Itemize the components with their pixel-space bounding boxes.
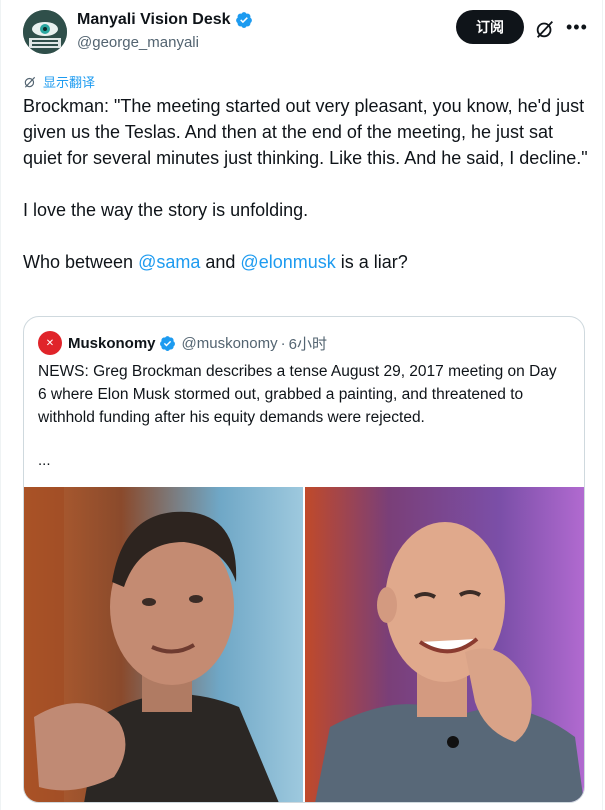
author-avatar[interactable] [23, 10, 67, 54]
quoted-tweet-header: ✕ Muskonomy @muskonomy · 6小时 [38, 331, 327, 355]
tweet-text-segment: and [200, 252, 241, 272]
portrait-photo [24, 487, 303, 802]
show-translation-link[interactable]: 显示翻译 [23, 72, 95, 91]
author-handle[interactable]: @george_manyali [77, 34, 199, 51]
quoted-tweet-text: NEWS: Greg Brockman describes a tense Au… [38, 363, 557, 426]
photo-left[interactable] [24, 487, 303, 802]
mention-link-elonmusk[interactable]: @elonmusk [240, 252, 335, 272]
tweet-text-segment: is a liar? [335, 252, 408, 272]
quoted-tweet-timestamp[interactable]: 6小时 [289, 333, 327, 354]
tweet-paragraph: Brockman: "The meeting started out very … [23, 96, 588, 168]
author-display-name[interactable]: Manyali Vision Desk [77, 11, 231, 29]
portrait-photo [305, 487, 584, 802]
quoted-tweet-ellipsis: ... [38, 452, 51, 469]
grok-icon[interactable] [534, 18, 556, 40]
quoted-author-name[interactable]: Muskonomy [68, 335, 156, 352]
tweet-paragraph: Who between @sama and @elonmusk is a lia… [23, 249, 588, 275]
quoted-tweet-media[interactable] [24, 487, 584, 802]
separator-dot: · [280, 334, 286, 352]
quoted-tweet-card[interactable]: ✕ Muskonomy @muskonomy · 6小时 NEWS: Greg … [23, 316, 585, 803]
subscribe-button[interactable]: 订阅 [456, 10, 524, 44]
verified-badge-icon [235, 12, 252, 28]
verified-badge-icon [159, 335, 175, 351]
tweet-text: Brockman: "The meeting started out very … [23, 93, 588, 275]
quoted-author-avatar[interactable]: ✕ [38, 331, 62, 355]
quoted-author-handle[interactable]: @muskonomy [182, 335, 278, 352]
tweet-paragraph: I love the way the story is unfolding. [23, 200, 309, 220]
author-name-row: Manyali Vision Desk [77, 11, 253, 29]
show-translation-label: 显示翻译 [43, 75, 96, 90]
tweet-text-segment: Who between [23, 252, 139, 272]
eye-logo-icon [23, 10, 67, 54]
photo-right[interactable] [305, 487, 584, 802]
more-options-icon[interactable]: ••• [566, 16, 587, 38]
translate-icon [24, 76, 36, 88]
mention-link-sama[interactable]: @sama [138, 252, 200, 272]
tweet-container: Manyali Vision Desk @george_manyali 订阅 •… [0, 0, 603, 810]
